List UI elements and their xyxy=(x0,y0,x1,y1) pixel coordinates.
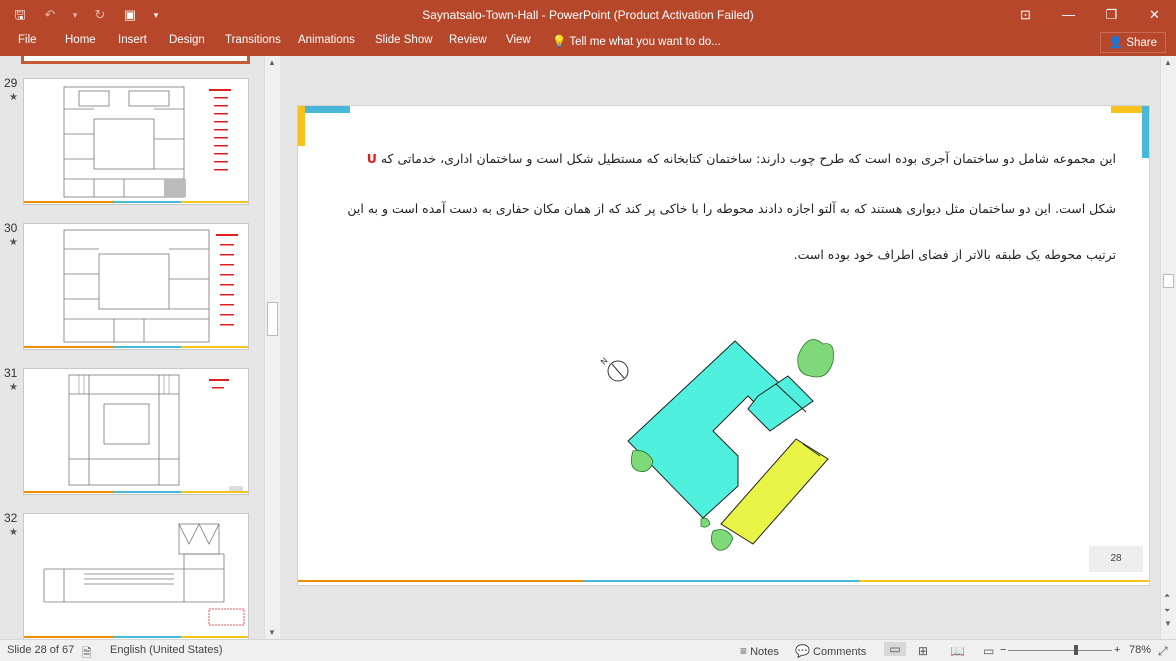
share-button[interactable]: 👤 Share xyxy=(1099,32,1166,53)
slide-thumbnail-32[interactable] xyxy=(23,513,249,639)
thumbnail-number: 31 xyxy=(4,366,18,380)
language-indicator[interactable]: English (United States) xyxy=(110,644,223,656)
corner-accent xyxy=(298,106,305,146)
highlight-letter: U xyxy=(366,151,377,166)
minimize-button[interactable]: — xyxy=(1047,0,1090,30)
previous-slide-icon[interactable]: ⏶ xyxy=(1164,591,1170,601)
tell-me-label: Tell me what you want to do... xyxy=(569,36,721,48)
document-title: Saynatsalo-Town-Hall - PowerPoint (Produ… xyxy=(422,8,754,22)
window-controls: ⊡ — ❐ ✕ xyxy=(1004,0,1176,30)
selected-slide-thumbnail[interactable] xyxy=(21,56,250,64)
notes-label: Notes xyxy=(750,646,779,658)
paragraph-line-1[interactable]: این مجموعه شامل دو ساختمان آجری بوده است… xyxy=(367,151,1116,166)
slide-thumbnail-31[interactable] xyxy=(23,368,249,495)
tab-animations[interactable]: Animations xyxy=(298,34,355,46)
scroll-thumb[interactable] xyxy=(267,302,278,336)
zoom-slider-track[interactable] xyxy=(1008,650,1112,651)
north-arrow-icon: N xyxy=(599,356,629,382)
tab-review[interactable]: Review xyxy=(449,34,487,46)
zoom-slider-thumb[interactable] xyxy=(1074,645,1078,655)
tab-design[interactable]: Design xyxy=(169,34,205,46)
text-run: این مجموعه شامل دو ساختمان آجری بوده است… xyxy=(380,151,1116,166)
current-slide[interactable]: این مجموعه شامل دو ساختمان آجری بوده است… xyxy=(298,106,1149,585)
thumbnail-accent-bar xyxy=(24,346,248,348)
normal-view-icon[interactable]: ▭ xyxy=(884,642,906,656)
site-plan-diagram[interactable]: N xyxy=(598,326,838,566)
comments-label: Comments xyxy=(813,646,867,658)
corner-accent xyxy=(298,106,350,113)
slideshow-view-icon[interactable]: ▭ xyxy=(983,644,994,658)
ribbon-tabs: File Home Insert Design Transitions Anim… xyxy=(0,30,1176,56)
thumbnail-accent-bar xyxy=(24,491,248,493)
tab-transitions[interactable]: Transitions xyxy=(225,34,281,46)
tab-insert[interactable]: Insert xyxy=(118,34,147,46)
reading-view-icon[interactable]: 📖 xyxy=(950,644,965,658)
slide-sorter-icon[interactable]: ⊞ xyxy=(918,644,928,658)
close-button[interactable]: ✕ xyxy=(1133,0,1176,30)
zoom-level[interactable]: 78% xyxy=(1129,644,1151,656)
restore-button[interactable]: ❐ xyxy=(1090,0,1133,30)
animation-star-icon: ★ xyxy=(9,527,18,538)
status-bar: Slide 28 of 67 🗎 English (United States)… xyxy=(0,639,1176,661)
thumbnail-number: 32 xyxy=(4,511,18,525)
thumbnail-accent-bar xyxy=(24,636,248,638)
share-label: Share xyxy=(1126,37,1157,49)
floor-plan-thumbnail xyxy=(63,229,238,343)
thumbnail-accent-bar xyxy=(24,201,248,203)
north-label: N xyxy=(599,356,610,367)
editor-scrollbar[interactable]: ▲ ⏶ ⏷ ▼ xyxy=(1160,56,1176,639)
tab-file[interactable]: File xyxy=(18,34,37,46)
scroll-thumb[interactable] xyxy=(1163,274,1174,288)
floor-plan-thumbnail xyxy=(63,86,231,198)
animation-star-icon: ★ xyxy=(9,237,18,248)
tree-cluster xyxy=(710,529,734,551)
title-bar: 🖫 ↶ ▾ ↻ ▣ ▾ Saynatsalo-Town-Hall - Power… xyxy=(0,0,1176,30)
scroll-up-icon[interactable]: ▲ xyxy=(268,58,276,67)
next-slide-icon[interactable]: ⏷ xyxy=(1164,606,1170,616)
slide-thumbnail-pane: 29 ★ 30 ★ 31 ★ 32 ★ xyxy=(0,56,264,639)
thumbnail-number: 29 xyxy=(4,76,18,90)
animation-star-icon: ★ xyxy=(9,92,18,103)
slide-counter: Slide 28 of 67 xyxy=(7,644,75,656)
tree-cluster xyxy=(700,517,711,528)
corner-accent xyxy=(1142,106,1149,158)
spellcheck-icon[interactable]: 🗎 xyxy=(82,644,92,661)
tree-cluster xyxy=(797,339,834,378)
tab-home[interactable]: Home xyxy=(65,34,96,46)
tell-me-search[interactable]: 💡 Tell me what you want to do... xyxy=(552,34,721,48)
slide-thumbnail-29[interactable] xyxy=(23,78,249,205)
slide-bottom-accent xyxy=(298,580,1149,582)
paragraph-line-3[interactable]: ترتیب محوطه یک طبقه بالاتر از فضای اطراف… xyxy=(794,247,1116,262)
notes-button[interactable]: ≡ Notes xyxy=(740,644,779,658)
person-icon: 👤 xyxy=(1108,37,1124,49)
zoom-out-button[interactable]: − xyxy=(1000,644,1006,656)
slide-number-box: 28 xyxy=(1089,546,1143,572)
fit-slide-icon[interactable]: ⤢ xyxy=(1158,644,1168,659)
elevation-thumbnail xyxy=(43,523,245,626)
slide-thumbnail-30[interactable] xyxy=(23,223,249,350)
animation-star-icon: ★ xyxy=(9,382,18,393)
scroll-up-icon[interactable]: ▲ xyxy=(1164,58,1172,67)
comments-button[interactable]: 💬 Comments xyxy=(795,644,866,658)
thumbnail-scrollbar[interactable]: ▲ ▼ xyxy=(264,56,280,639)
thumbnail-number: 30 xyxy=(4,221,18,235)
tab-slide-show[interactable]: Slide Show xyxy=(375,34,433,46)
scroll-down-icon[interactable]: ▼ xyxy=(1164,619,1172,628)
zoom-in-button[interactable]: + xyxy=(1114,644,1120,656)
notes-icon: ≡ xyxy=(740,644,748,658)
floor-plan-thumbnail xyxy=(68,374,243,491)
lightbulb-icon: 💡 xyxy=(552,36,567,48)
paragraph-line-2[interactable]: شکل است. این دو ساختمان مثل دیواری هستند… xyxy=(347,201,1116,216)
scroll-down-icon[interactable]: ▼ xyxy=(268,628,276,637)
ribbon-display-options-icon[interactable]: ⊡ xyxy=(1004,0,1047,30)
comment-icon: 💬 xyxy=(795,644,810,658)
tab-view[interactable]: View xyxy=(506,34,531,46)
